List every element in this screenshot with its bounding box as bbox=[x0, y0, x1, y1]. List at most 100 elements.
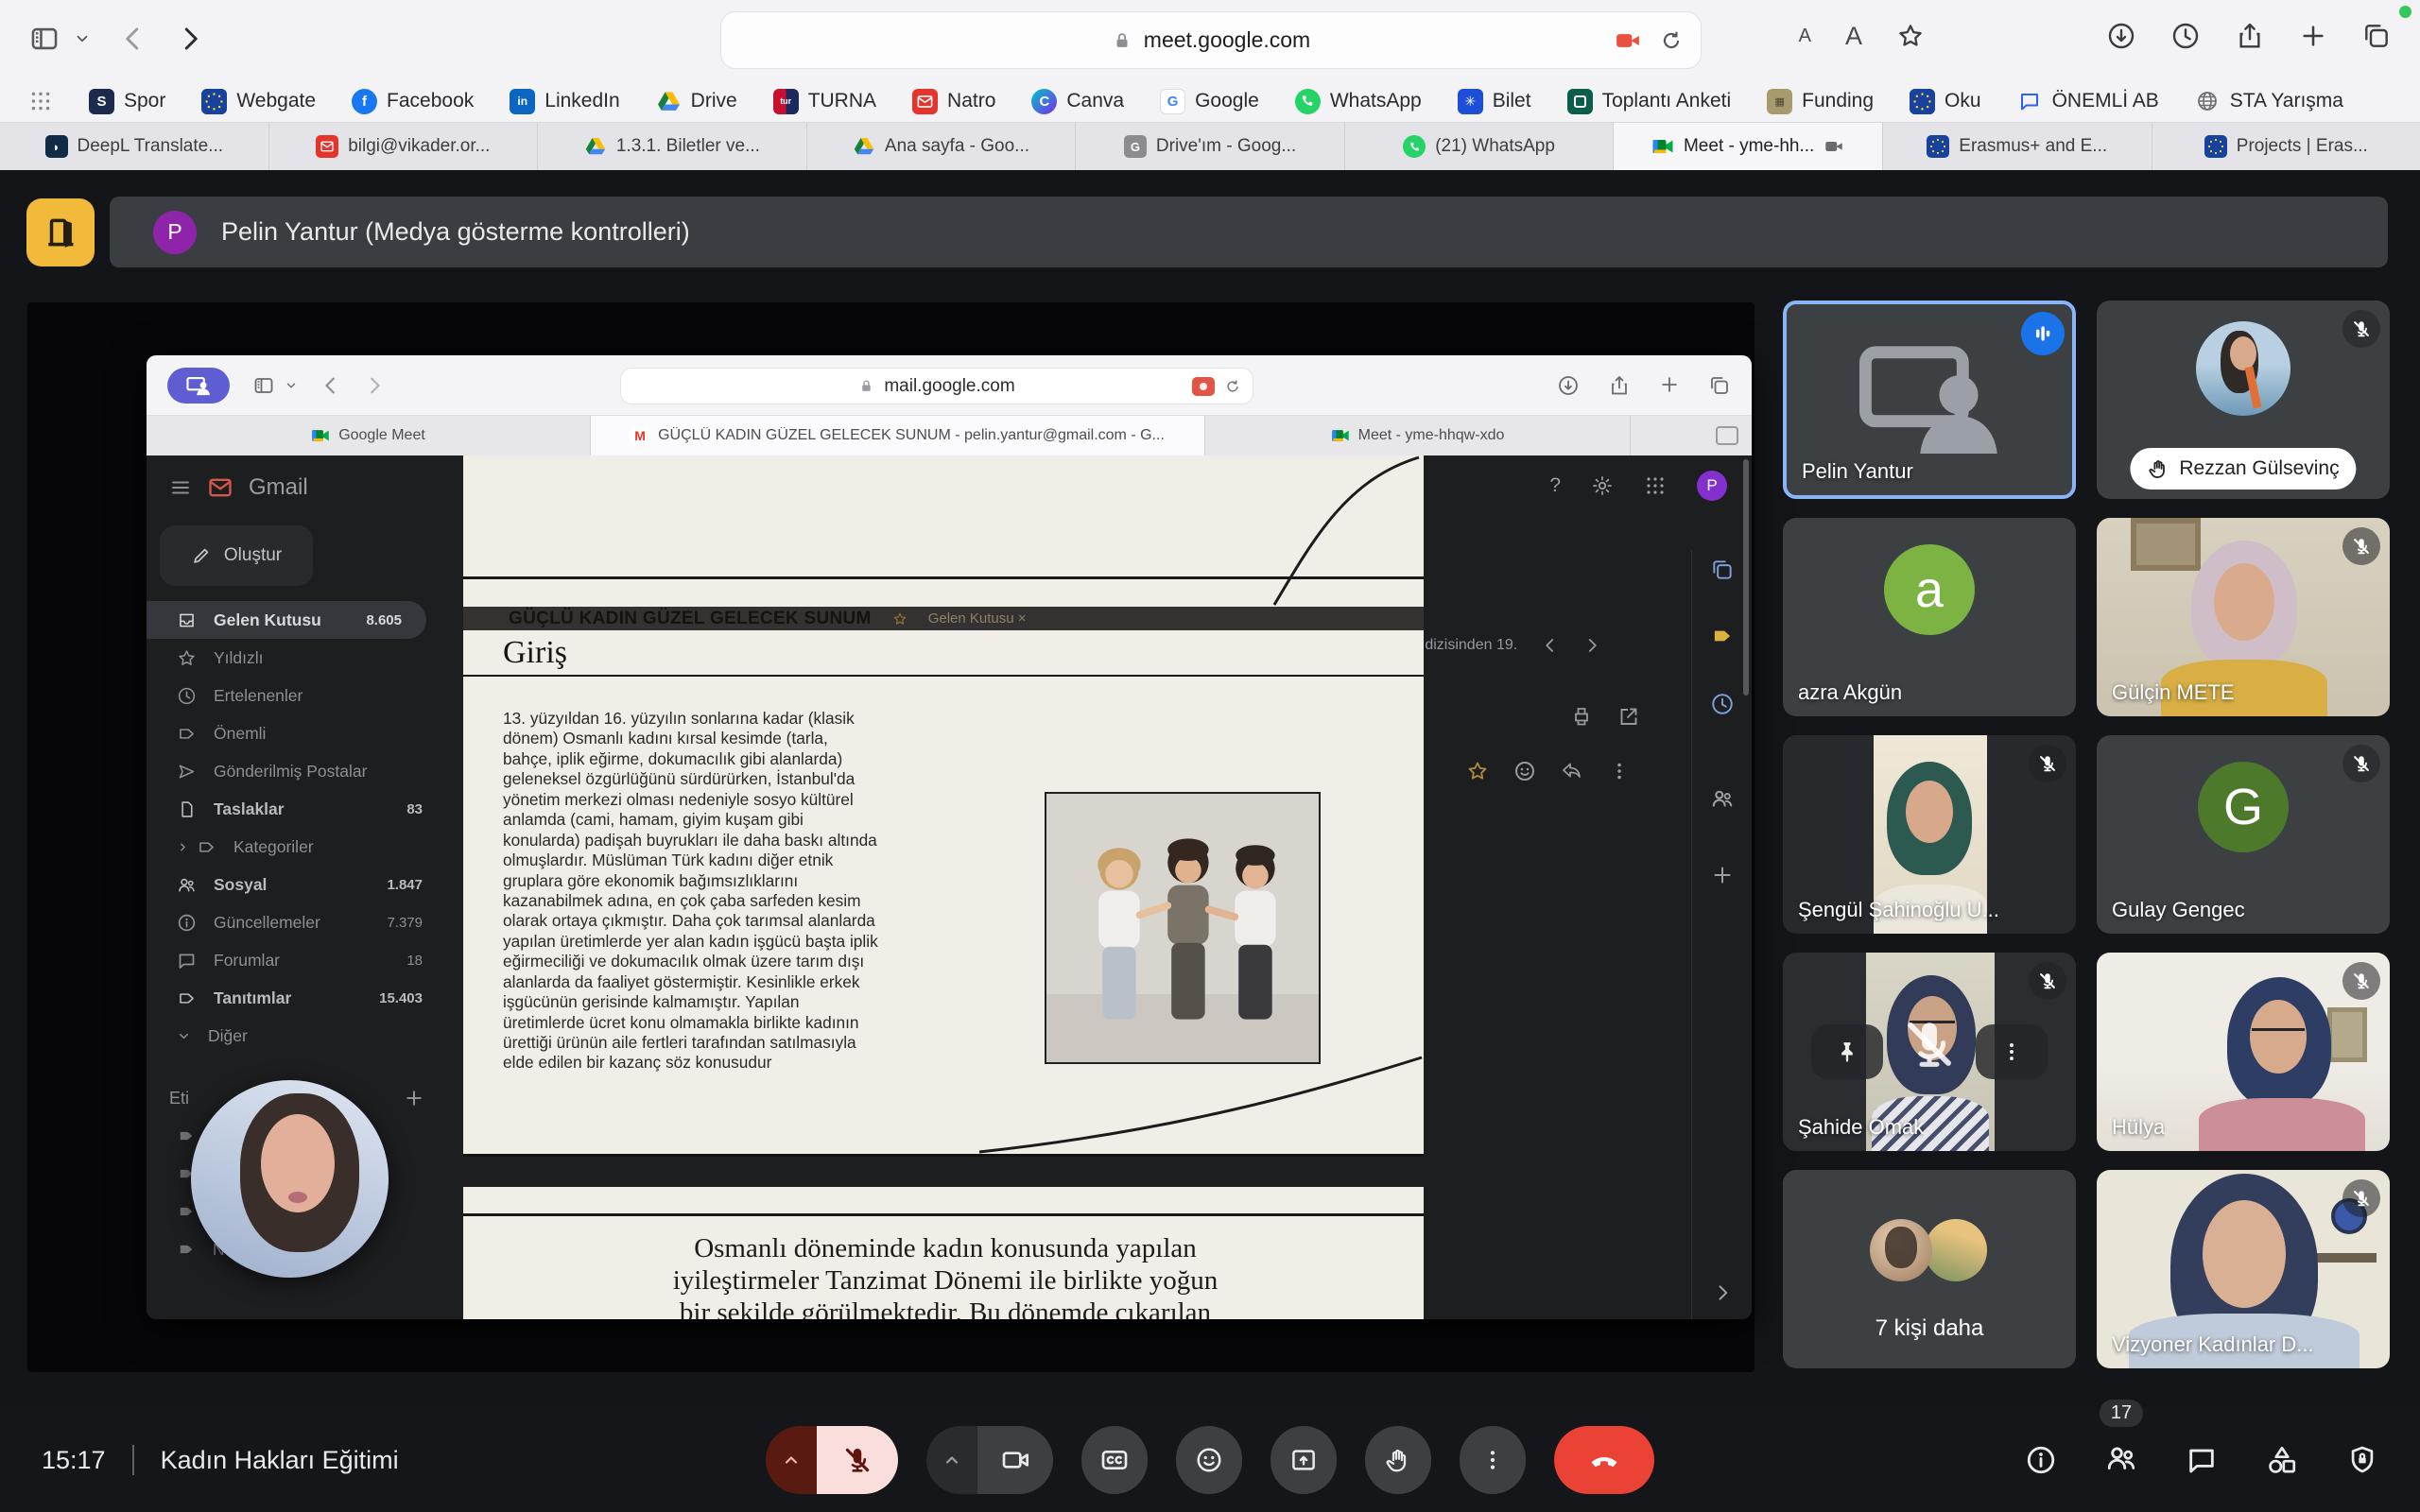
tab-erasmus[interactable]: Erasmus+ and E... bbox=[1883, 123, 2152, 170]
help-icon[interactable]: ? bbox=[1549, 474, 1561, 497]
shared-tab-gmail-active[interactable]: MGÜÇLÜ KADIN GÜZEL GELECEK SUNUM - pelin… bbox=[591, 416, 1205, 455]
shared-downloads-icon[interactable] bbox=[1557, 374, 1580, 397]
sidebar-chevron-icon[interactable] bbox=[74, 30, 91, 47]
tile-vizyoner-kadinlar[interactable]: Vizyoner Kadınlar D... bbox=[2097, 1170, 2390, 1368]
bookmark-google[interactable]: GGoogle bbox=[1160, 89, 1259, 114]
reactions-button[interactable] bbox=[1176, 1426, 1242, 1494]
shared-reload-icon[interactable] bbox=[1224, 378, 1241, 395]
tile-more-button[interactable] bbox=[1976, 1024, 2048, 1079]
gmail-nav-categories[interactable]: Kategoriler bbox=[147, 828, 447, 866]
settings-gear-icon[interactable] bbox=[1591, 474, 1614, 497]
tile-sahide-omak[interactable]: Şahide Omak bbox=[1783, 953, 2076, 1151]
message-more-icon[interactable] bbox=[1608, 760, 1631, 782]
gmail-nav-important[interactable]: Önemli bbox=[147, 714, 447, 752]
tile-gulay-gengec[interactable]: G Gulay Gengec bbox=[2097, 735, 2390, 934]
chat-panel-button[interactable] bbox=[2186, 1444, 2218, 1476]
shared-tab-meet-code[interactable]: Meet - yme-hhqw-xdo bbox=[1205, 416, 1631, 455]
bookmark-star-icon[interactable] bbox=[1896, 22, 1925, 50]
raise-hand-button[interactable] bbox=[1365, 1426, 1431, 1494]
reload-icon[interactable] bbox=[1659, 28, 1684, 53]
tab-overview-icon[interactable] bbox=[2361, 21, 2392, 51]
shared-new-tab-icon[interactable] bbox=[1659, 374, 1680, 395]
gmail-menu-icon[interactable] bbox=[169, 476, 192, 499]
shared-tab-overview-icon[interactable] bbox=[1708, 374, 1731, 397]
mic-options-button[interactable] bbox=[766, 1426, 817, 1494]
tile-pelin-yantur[interactable]: Pelin Yantur bbox=[1783, 301, 2076, 499]
camera-toggle-button[interactable] bbox=[977, 1426, 1053, 1494]
bookmark-webgate[interactable]: Webgate bbox=[201, 89, 316, 114]
tile-azra-akgun[interactable]: a azra Akgün bbox=[1783, 518, 2076, 716]
reply-icon[interactable] bbox=[1561, 760, 1583, 782]
end-call-button[interactable] bbox=[1554, 1426, 1654, 1494]
bookmarks-grid-icon[interactable] bbox=[28, 89, 53, 113]
downloads-icon[interactable] bbox=[2106, 21, 2136, 51]
shared-sidebar-icon[interactable] bbox=[252, 374, 275, 397]
rail-expand-icon[interactable] bbox=[1713, 1283, 1732, 1302]
bookmark-funding[interactable]: ▦Funding bbox=[1767, 89, 1874, 114]
gmail-nav-starred[interactable]: Yıldızlı bbox=[147, 639, 447, 677]
tab-deepl[interactable]: ◗DeepL Translate... bbox=[0, 123, 269, 170]
bookmark-sta-yarisma[interactable]: STA Yarışma bbox=[2195, 89, 2343, 114]
tile-hulya[interactable]: Hülya bbox=[2097, 953, 2390, 1151]
gmail-nav-updates[interactable]: Güncellemeler7.379 bbox=[147, 903, 447, 941]
tile-rezzan-gulsevinc[interactable]: Rezzan Gülsevinç bbox=[2097, 301, 2390, 499]
tab-biletler[interactable]: 1.3.1. Biletler ve... bbox=[538, 123, 807, 170]
shared-url-bar[interactable]: mail.google.com bbox=[620, 368, 1253, 404]
contacts-icon[interactable] bbox=[1710, 786, 1735, 811]
apps-grid-icon[interactable] bbox=[1644, 474, 1667, 497]
gmail-nav-forums[interactable]: Forumlar18 bbox=[147, 941, 447, 979]
shared-back-icon[interactable] bbox=[320, 375, 341, 396]
gmail-nav-promotions[interactable]: Tanıtımlar15.403 bbox=[147, 979, 447, 1017]
tab-meet-active[interactable]: Meet - yme-hh... bbox=[1614, 123, 1883, 170]
older-icon[interactable] bbox=[1542, 637, 1559, 654]
keep-icon[interactable] bbox=[1710, 624, 1735, 648]
bookmark-whatsapp[interactable]: WhatsApp bbox=[1295, 89, 1422, 114]
bookmark-linkedin[interactable]: inLinkedIn bbox=[510, 89, 619, 114]
add-label-icon[interactable] bbox=[404, 1088, 424, 1108]
mic-toggle-button[interactable] bbox=[817, 1426, 898, 1494]
bookmark-spor[interactable]: SSpor bbox=[89, 89, 165, 114]
camera-options-button[interactable] bbox=[926, 1426, 977, 1494]
captions-button[interactable] bbox=[1081, 1426, 1148, 1494]
tasks-icon[interactable] bbox=[1710, 692, 1735, 716]
forward-icon[interactable] bbox=[176, 25, 204, 53]
meeting-details-button[interactable] bbox=[2025, 1444, 2057, 1476]
tab-projects[interactable]: Projects | Eras... bbox=[2152, 123, 2420, 170]
scrollbar[interactable] bbox=[1743, 459, 1749, 696]
tab-ana-sayfa[interactable]: Ana sayfa - Goo... bbox=[807, 123, 1077, 170]
shared-share-icon[interactable] bbox=[1608, 374, 1631, 397]
newer-icon[interactable] bbox=[1583, 637, 1600, 654]
gmail-nav-inbox[interactable]: Gelen Kutusu8.605 bbox=[147, 601, 426, 639]
shared-profile-pill[interactable] bbox=[167, 368, 230, 404]
host-controls-button[interactable] bbox=[2346, 1444, 2378, 1476]
account-avatar[interactable]: P bbox=[1697, 471, 1727, 501]
bookmark-natro[interactable]: Natro bbox=[912, 89, 995, 114]
present-button[interactable] bbox=[1270, 1426, 1337, 1494]
bookmark-drive[interactable]: Drive bbox=[656, 89, 737, 114]
gmail-nav-more[interactable]: Diğer bbox=[147, 1017, 447, 1055]
bookmark-bilet[interactable]: ✳Bilet bbox=[1458, 89, 1531, 114]
bookmark-facebook[interactable]: fFacebook bbox=[352, 89, 474, 114]
bookmark-toplanti-anketi[interactable]: Toplantı Anketi bbox=[1567, 89, 1732, 114]
emoji-reaction-icon[interactable] bbox=[1513, 760, 1536, 782]
open-in-new-icon[interactable] bbox=[1617, 705, 1640, 728]
font-smaller-button[interactable]: A bbox=[1799, 26, 1811, 47]
gmail-nav-drafts[interactable]: Taslaklar83 bbox=[147, 790, 447, 828]
compose-button[interactable]: Oluştur bbox=[160, 525, 313, 586]
pin-button[interactable] bbox=[1811, 1024, 1883, 1079]
tile-gulcin-mete[interactable]: Gülçin METE bbox=[2097, 518, 2390, 716]
message-star-icon[interactable] bbox=[1466, 760, 1489, 782]
shared-forward-icon[interactable] bbox=[364, 375, 385, 396]
people-panel-button[interactable] bbox=[2104, 1441, 2138, 1475]
open-door-button[interactable] bbox=[26, 198, 95, 266]
sidebar-toggle-icon[interactable] bbox=[28, 23, 60, 55]
camera-active-icon[interactable] bbox=[1614, 26, 1642, 55]
gmail-nav-social[interactable]: Sosyal1.847 bbox=[147, 866, 447, 903]
gmail-nav-sent[interactable]: Gönderilmiş Postalar bbox=[147, 752, 447, 790]
font-larger-button[interactable]: A bbox=[1845, 22, 1862, 51]
tile-sengul-sahinoglu[interactable]: Şengül Şahinoğlu U... bbox=[1783, 735, 2076, 934]
back-icon[interactable] bbox=[119, 25, 147, 53]
calendar-icon[interactable] bbox=[1710, 558, 1735, 582]
tab-drive[interactable]: GDrive'ım - Goog... bbox=[1076, 123, 1345, 170]
activities-button[interactable] bbox=[2265, 1443, 2299, 1477]
